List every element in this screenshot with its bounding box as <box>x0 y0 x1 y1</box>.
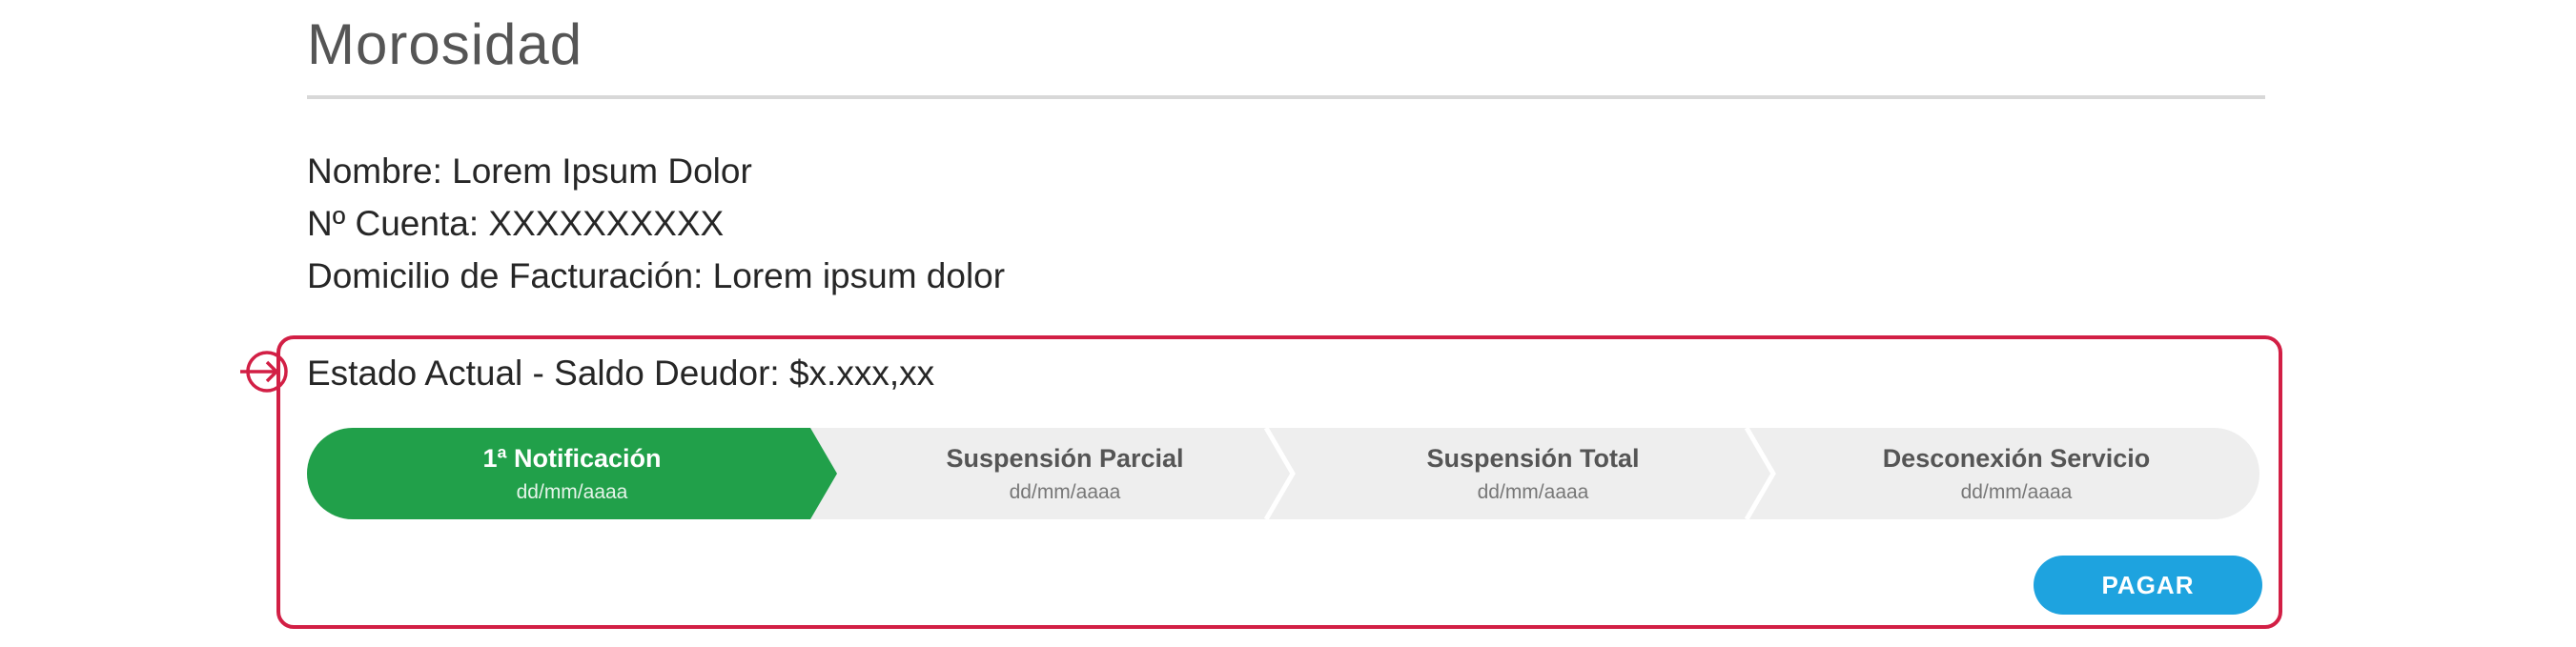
status-stepper: 1ª Notificación dd/mm/aaaa Suspensión Pa… <box>307 428 2259 519</box>
account-name: Nombre: Lorem Ipsum Dolor <box>307 152 752 191</box>
step-date: dd/mm/aaaa <box>1477 480 1589 503</box>
page-title: Morosidad <box>307 12 583 76</box>
pay-button[interactable]: PAGAR <box>2034 556 2262 615</box>
step-total-suspension: Suspensión Total dd/mm/aaaa <box>1293 428 1773 519</box>
step-partial-suspension: Suspensión Parcial dd/mm/aaaa <box>837 428 1293 519</box>
step-date: dd/mm/aaaa <box>1009 480 1121 503</box>
step-service-disconnection: Desconexión Servicio dd/mm/aaaa <box>1773 428 2259 519</box>
step-label: Suspensión Total <box>1426 443 1640 473</box>
step-date: dd/mm/aaaa <box>1960 480 2073 503</box>
step-first-notification: 1ª Notificación dd/mm/aaaa <box>307 428 837 519</box>
title-divider <box>307 95 2265 99</box>
billing-address: Domicilio de Facturación: Lorem ipsum do… <box>307 256 1006 295</box>
account-number: Nº Cuenta: XXXXXXXXXX <box>307 204 725 243</box>
account-info: Nombre: Lorem Ipsum Dolor Nº Cuenta: XXX… <box>307 145 1005 302</box>
status-heading: Estado Actual - Saldo Deudor: $x.xxx,xx <box>307 354 935 393</box>
step-date: dd/mm/aaaa <box>516 480 628 503</box>
arrow-right-circle-icon <box>240 351 288 393</box>
step-label: Desconexión Servicio <box>1882 443 2151 473</box>
step-label: Suspensión Parcial <box>946 443 1184 473</box>
step-label: 1ª Notificación <box>482 443 662 473</box>
